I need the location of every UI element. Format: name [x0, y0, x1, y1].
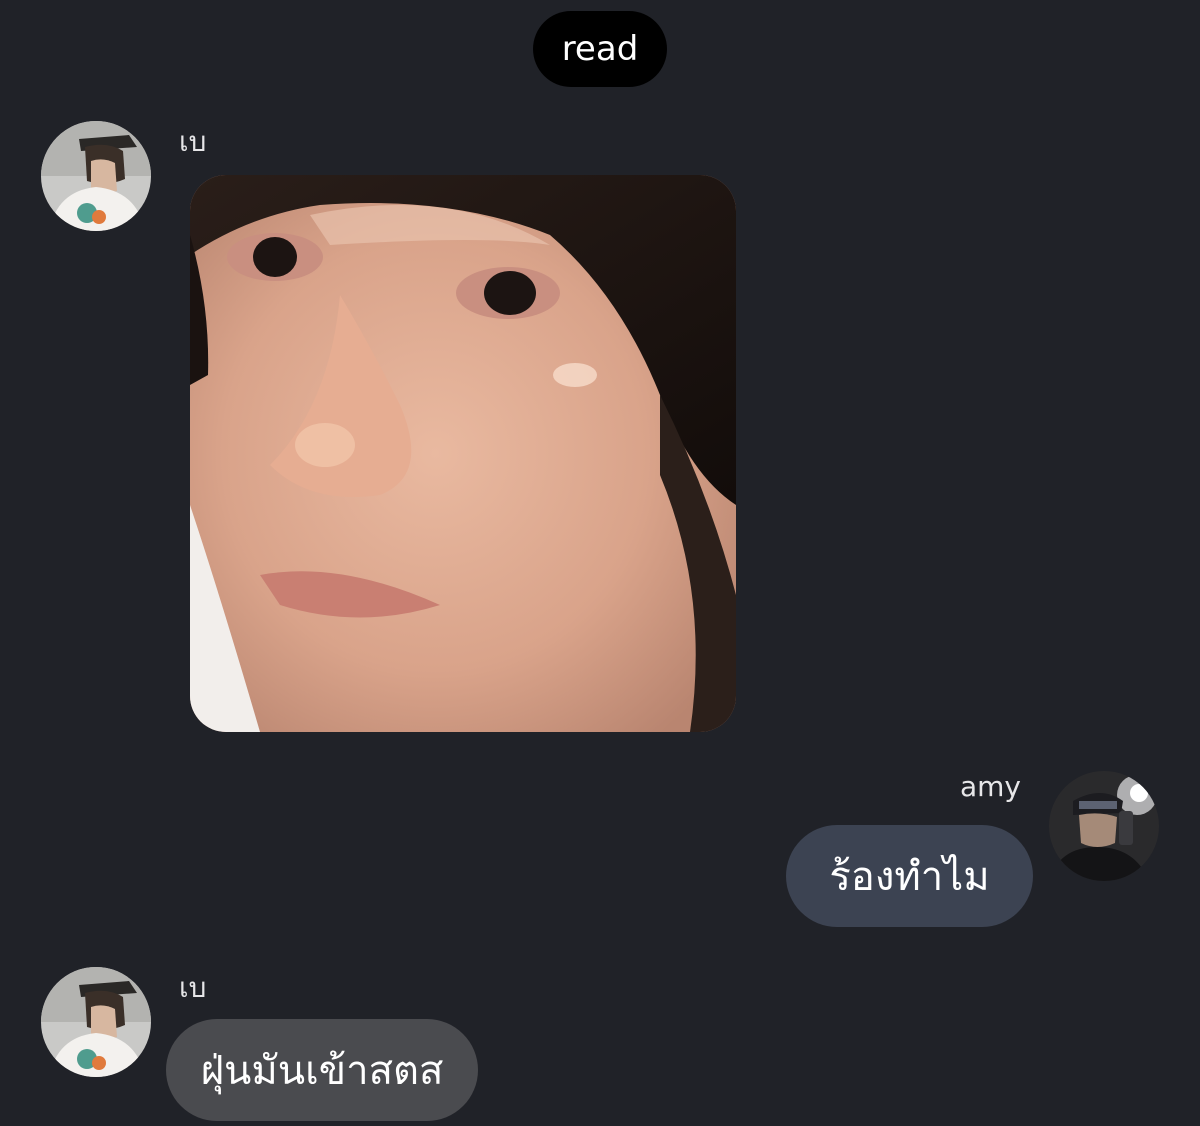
read-status-label: read	[561, 29, 639, 69]
sender-avatar-be[interactable]	[41, 121, 151, 231]
message-text: ฝุ่นมันเข้าสตส	[200, 1048, 444, 1094]
sender-avatar-amy[interactable]	[1049, 771, 1159, 881]
read-status-pill: read	[533, 11, 667, 87]
image-message[interactable]	[190, 175, 736, 732]
sender-avatar-be[interactable]	[41, 967, 151, 1077]
message-text: ร้องทำไม	[829, 854, 990, 900]
sender-name: amy	[960, 770, 1022, 803]
sender-name: เบ	[179, 125, 207, 158]
incoming-message-bubble[interactable]: ฝุ่นมันเข้าสตส	[166, 1019, 478, 1121]
sender-name: เบ	[179, 971, 207, 1004]
outgoing-message-bubble[interactable]: ร้องทำไม	[786, 825, 1033, 927]
face-photo	[190, 175, 736, 732]
